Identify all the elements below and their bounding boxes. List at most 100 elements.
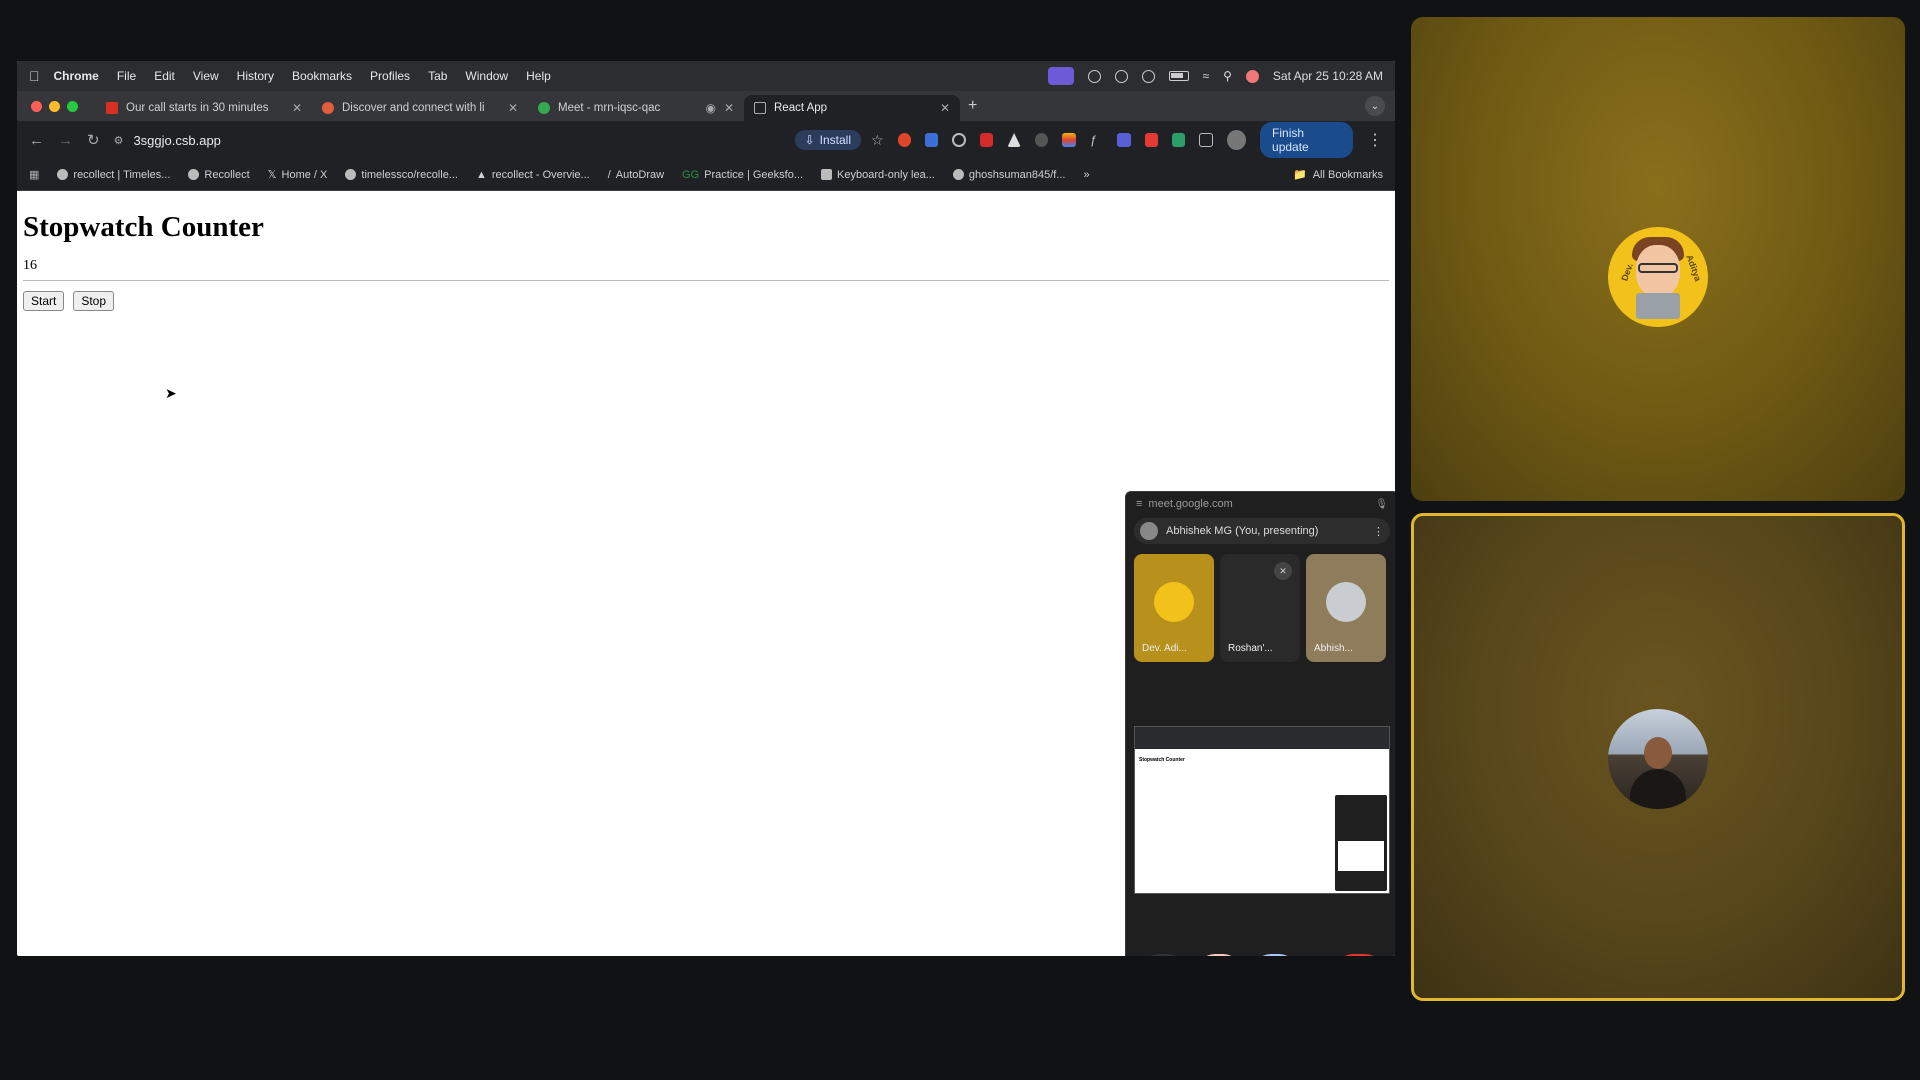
close-window-button[interactable] [31,100,42,112]
siri-icon[interactable] [1245,69,1259,83]
finish-update-button[interactable]: Finish update [1260,122,1354,158]
bookmark-item[interactable]: ▲ recollect - Overvie... [476,169,590,181]
tab-linkedin[interactable]: Discover and connect with li ✕ [312,95,528,121]
extension-green-icon[interactable] [1171,133,1186,147]
geeksforgeeks-icon: GG [682,168,700,181]
end-call-button[interactable]: ☎ [1334,954,1384,956]
bookmark-item[interactable]: timelessco/recolle... [345,169,458,181]
tab-gmail[interactable]: Our call starts in 30 minutes ✕ [96,95,312,121]
extension-drive-icon[interactable] [1007,133,1021,147]
bookmark-item[interactable]: GG Practice | Geeksfo... [682,169,803,181]
bookmark-label: AutoDraw [615,168,665,181]
zoom-window-button[interactable] [67,100,78,112]
back-arrow-icon[interactable]: ← [29,132,44,149]
forward-arrow-icon[interactable]: → [58,132,73,149]
menu-bookmarks[interactable]: Bookmarks [292,69,352,83]
microphone-button[interactable]: 🎙 [1140,954,1186,956]
avatar-glasses [1638,263,1678,273]
menu-profiles[interactable]: Profiles [370,69,410,83]
participant-video-tile-active-speaker[interactable] [1411,513,1905,1001]
tab-title: Meet - mrn-iqsc-qac [558,102,661,114]
menu-file[interactable]: File [117,69,136,83]
close-icon[interactable]: ✕ [940,101,950,115]
present-screen-button[interactable]: ▲ [1252,954,1298,956]
extension-red-icon[interactable] [897,133,911,147]
clock-status-icon[interactable] [1087,69,1101,83]
linkedin-icon [322,102,334,114]
shared-screen:  Chrome File Edit View History Bookmark… [17,61,1395,956]
menu-window[interactable]: Window [465,69,508,83]
tab-title: React App [774,102,828,114]
participant-tile[interactable]: Dev. Adi... [1134,554,1214,662]
participant-video-tile[interactable]: Dev. Aditya [1411,17,1905,501]
chrome-menu-icon[interactable]: ⋮ [1367,130,1383,150]
menu-tab[interactable]: Tab [428,69,447,83]
address-bar[interactable]: ⚙ 3sggjo.csb.app ⇩ Install ☆ [113,126,884,154]
extension-color-icon[interactable] [1062,133,1076,147]
profile-avatar[interactable] [1226,130,1247,150]
mic-indicator-icon: 🎙 [1375,498,1388,510]
all-bookmarks-button[interactable]: 📁 All Bookmarks [1293,168,1383,182]
reload-icon[interactable]: ↻ [87,131,100,149]
meet-pip-window[interactable]: ≡ meet.google.com 🎙 Abhishek MG (You, pr… [1125,491,1395,956]
start-button[interactable]: Start [23,291,65,311]
apps-grid-icon[interactable]: ▦ [29,168,39,181]
wifi-icon[interactable]: ≈ [1203,69,1210,83]
url-text[interactable]: 3sggjo.csb.app [133,133,784,148]
call-controls: 🎙 ▣ ▲ ⋮ ☎ [1126,954,1395,956]
camera-off-button[interactable]: ▣ [1196,954,1242,956]
participant-tile[interactable]: ✕ Roshan'... [1220,554,1300,662]
menu-history[interactable]: History [237,69,274,83]
avatar-laptop [1636,293,1680,319]
bookmark-star-icon[interactable]: ☆ [871,132,884,149]
extension-gear-icon[interactable] [1034,133,1049,147]
extension-window-icon[interactable] [925,133,939,147]
apple-icon[interactable]:  [29,68,40,84]
gmail-icon [106,102,118,114]
close-icon[interactable]: ✕ [292,101,302,115]
menu-view[interactable]: View [193,69,219,83]
bookmark-item[interactable]: ghoshsuman845/f... [952,169,1065,181]
shield-status-icon[interactable] [1114,69,1128,83]
menu-help[interactable]: Help [526,69,551,83]
recollect-icon [188,169,200,180]
extension-redbook-icon[interactable] [980,133,994,147]
extensions-puzzle-icon[interactable] [1199,133,1213,147]
avatar [1608,709,1708,809]
more-options-icon[interactable]: ⋮ [1308,954,1324,956]
close-icon[interactable]: ✕ [724,101,734,115]
tab-react-app[interactable]: React App ✕ [744,95,960,121]
presenter-bar[interactable]: Abhishek MG (You, presenting) ⋮ [1134,518,1390,544]
participant-tile[interactable]: Abhish... [1306,554,1386,662]
avatar [1154,582,1194,622]
stop-button[interactable]: Stop [73,291,115,311]
extension-function-icon[interactable]: ƒ [1090,133,1103,147]
bookmark-item[interactable]: / AutoDraw [608,169,664,181]
minimize-window-button[interactable] [49,100,60,112]
more-options-icon[interactable]: ⋮ [1373,525,1384,538]
bookmark-item[interactable]: Recollect [188,168,250,181]
codesandbox-icon [754,102,766,114]
screen-share-status-icon[interactable] [1047,67,1074,85]
spotlight-search-icon[interactable]: ⚲ [1223,69,1232,83]
battery-icon[interactable] [1168,71,1189,81]
menubar-clock[interactable]: Sat Apr 25 10:28 AM [1273,69,1383,83]
install-app-button[interactable]: ⇩ Install [794,130,862,150]
menu-edit[interactable]: Edit [154,69,175,83]
close-icon[interactable]: ✕ [508,101,518,115]
extension-record-icon[interactable] [952,133,966,147]
site-settings-icon[interactable]: ⚙ [114,134,124,147]
bookmark-item[interactable]: 𝕏 Home / X [268,168,328,182]
presenter-label: Abhishek MG (You, presenting) [1166,525,1319,537]
extension-d-icon[interactable] [1117,133,1131,147]
timer-status-icon[interactable] [1141,69,1155,83]
tab-search-chevron-icon[interactable]: ⌄ [1365,96,1385,116]
new-tab-plus-icon[interactable]: + [968,97,977,115]
extension-bookmark-icon[interactable] [1144,133,1158,147]
menubar-app-name[interactable]: Chrome [54,69,99,83]
bookmark-item[interactable]: Keyboard-only lea... [821,169,935,181]
tab-meet[interactable]: Meet - mrn-iqsc-qac ◉ ✕ [528,95,744,121]
bookmark-label: Recollect [204,168,250,181]
bookmark-item[interactable]: recollect | Timeles... [57,169,170,181]
more-bookmarks-chevron-icon[interactable]: » [1083,169,1089,181]
